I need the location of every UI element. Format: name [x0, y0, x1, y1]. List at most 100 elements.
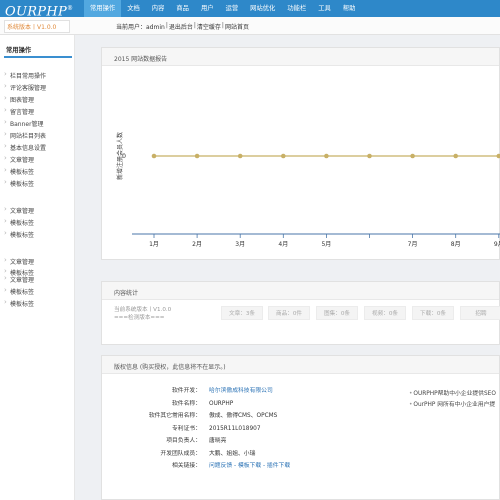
chart-panel-title: 2015 网站数据报告: [114, 56, 168, 63]
sidebar-item[interactable]: 文章管理: [4, 205, 34, 215]
sidebar-item[interactable]: 栏目常用操作: [4, 70, 46, 80]
data-point: [410, 153, 415, 159]
stats-panel-title: 内容统计: [114, 290, 139, 297]
sidebar-item[interactable]: 模板标签: [4, 298, 34, 308]
sidebar-item[interactable]: 模板标签: [4, 166, 34, 176]
check-version-link[interactable]: ===检测版本===: [114, 314, 171, 322]
copyright-value: OURPHP: [209, 400, 234, 407]
top-nav-item[interactable]: 功能栏: [281, 0, 312, 17]
sidebar-item[interactable]: 图表管理: [4, 94, 34, 104]
top-bar: OURPHP® 常用操作 文档 内容 商品 用户 运营 网站优化 功能栏 工具 帮助: [0, 0, 500, 19]
copyright-value: 大鹏、姐姐、小瑞: [209, 450, 256, 457]
copyright-row: 软件名称： OURPHP: [121, 400, 233, 408]
data-point: [151, 153, 157, 159]
x-tick-label: 1月: [149, 241, 159, 248]
clear-cache-link[interactable]: 清空缓存: [197, 22, 221, 31]
top-nav-item[interactable]: 内容: [146, 0, 171, 17]
copyright-row: 项目负责人： 唐晓亮: [121, 437, 226, 445]
copyright-panel-header: 版权信息 (购买授权，此信息将不在显示。): [102, 356, 499, 374]
system-version-info: 当前系统版本丨V1.0.0 ===检测版本===: [114, 306, 171, 322]
sidebar-item[interactable]: Banner管理: [4, 118, 43, 128]
system-version: 当前系统版本丨V1.0.0: [114, 307, 172, 313]
copyright-label: 软件其它常用名称：: [148, 413, 201, 419]
copyright-value: 傲成、傲得CMS、OPCMS: [209, 413, 278, 419]
sidebar-title-underline: [4, 56, 72, 58]
copyright-row: 软件开发： 哈尔滨傲成科技有限公司: [121, 387, 273, 395]
stat-count-box: 商品：0件: [268, 306, 310, 320]
data-point: [367, 153, 372, 159]
sidebar-item[interactable]: 基本信息设置: [4, 142, 46, 152]
sidebar-item[interactable]: 网站栏目列表: [4, 130, 46, 140]
data-point: [237, 153, 243, 159]
copyright-label: 开发团队成员：: [160, 450, 201, 457]
copyright-panel: 版权信息 (购买授权，此信息将不在显示。) 软件开发： 哈尔滨傲成科技有限公司 软件…: [101, 355, 500, 500]
sidebar-item[interactable]: 文章管理: [4, 274, 34, 284]
stat-count-box: 招聘: [460, 306, 500, 320]
x-tick-label: 2月: [192, 241, 202, 248]
copyright-value[interactable]: 问题反馈 - 模板下载 - 插件下载: [209, 463, 290, 469]
copyright-label: 软件名称：: [172, 400, 201, 407]
current-user: 当前用户：admin: [116, 24, 165, 31]
notice-item[interactable]: OURPHP帮助中小企业提供SEO: [409, 388, 495, 397]
site-home-link[interactable]: 网站首页: [225, 22, 249, 31]
stats-panel-header: 内容统计: [102, 282, 499, 300]
top-nav-item[interactable]: 运营: [220, 0, 245, 17]
top-nav-item[interactable]: 文档: [121, 0, 146, 17]
top-nav-item[interactable]: 商品: [170, 0, 195, 17]
x-tick-label: 3月: [235, 241, 245, 248]
top-nav-item[interactable]: 网站优化: [244, 0, 281, 17]
sidebar-item[interactable]: 留言管理: [4, 106, 34, 116]
copyright-row: 相关链接： 问题反馈 - 模板下载 - 插件下载: [121, 462, 290, 470]
copyright-row: 开发团队成员： 大鹏、姐姐、小瑞: [121, 450, 255, 458]
top-nav: 常用操作 文档 内容 商品 用户 运营 网站优化 功能栏 工具 帮助: [84, 0, 361, 17]
copyright-value: 2015R11L018907: [209, 425, 261, 432]
stat-count-box: 文章：3条: [221, 306, 263, 320]
y-tick-label: 0: [122, 153, 126, 160]
x-tick-label: 7月: [408, 241, 418, 248]
top-nav-item[interactable]: 常用操作: [84, 0, 122, 17]
sub-bar: 系统版本丨V1.0.0 当前用户：admin | 退出后台 | 清空缓存 | 网…: [0, 17, 500, 35]
data-point: [194, 153, 200, 159]
copyright-label: 专利证书：: [172, 425, 201, 432]
sidebar-item[interactable]: 文章管理: [4, 256, 34, 266]
copyright-row: 专利证书： 2015R11L018907: [121, 425, 261, 433]
data-point: [324, 153, 329, 159]
logout-link[interactable]: 退出后台: [169, 22, 193, 31]
stat-count-box: 视频：0条: [364, 306, 406, 320]
data-point: [281, 153, 286, 159]
sidebar-item[interactable]: 文章管理: [4, 154, 34, 164]
data-point: [453, 153, 459, 159]
copyright-value: 唐晓亮: [209, 438, 227, 444]
x-tick-label: 9月: [494, 241, 500, 248]
copyright-label: 项目负责人：: [166, 438, 201, 444]
stats-panel: 内容统计 当前系统版本丨V1.0.0 ===检测版本=== 文章：3条 商品：0件…: [101, 281, 500, 345]
x-tick-label: 5月: [321, 241, 331, 248]
copyright-panel-title: 版权信息 (购买授权，此信息将不在显示。): [114, 364, 226, 371]
top-nav-item[interactable]: 用户: [195, 0, 220, 17]
version-tag: 系统版本丨V1.0.0: [4, 20, 70, 33]
top-nav-item[interactable]: 帮助: [337, 0, 362, 17]
sidebar-item[interactable]: 模板标签: [4, 217, 34, 227]
sidebar-item[interactable]: 评论客服管理: [4, 82, 46, 92]
top-nav-item[interactable]: 工具: [312, 0, 337, 17]
x-tick-label: 8月: [451, 241, 461, 248]
stat-count-box: 图集：0条: [316, 306, 358, 320]
chart-panel: 2015 网站数据报告 1月2月3月4月5月7月8月9月新增注册会员人数0: [101, 47, 500, 260]
copyright-row: 软件其它常用名称： 傲成、傲得CMS、OPCMS: [121, 412, 278, 420]
user-info: 当前用户：admin | 退出后台 | 清空缓存 | 网站首页: [116, 22, 249, 31]
copyright-label: 软件开发：: [172, 388, 201, 394]
data-point: [496, 153, 500, 159]
line-chart: 1月2月3月4月5月7月8月9月新增注册会员人数0: [116, 132, 500, 248]
sidebar-title: 常用操作: [6, 47, 32, 54]
copyright-value[interactable]: 哈尔滨傲成科技有限公司: [209, 388, 273, 394]
copyright-label: 相关链接：: [172, 463, 201, 469]
logo-mark: ®: [67, 5, 74, 12]
notice-item[interactable]: OurPHP 网所有中小企业用户提: [409, 399, 495, 408]
stat-count-box: 下载：0条: [412, 306, 454, 320]
sidebar: 常用操作 栏目常用操作评论客服管理图表管理留言管理 Banner管理网站栏目列表基…: [0, 35, 75, 500]
sidebar-item[interactable]: 模板标签: [4, 229, 34, 239]
sidebar-item[interactable]: 模板标签: [4, 286, 34, 296]
x-tick-label: 4月: [278, 241, 288, 248]
chart-panel-header: 2015 网站数据报告: [102, 48, 499, 66]
sidebar-item[interactable]: 模板标签: [4, 178, 34, 188]
